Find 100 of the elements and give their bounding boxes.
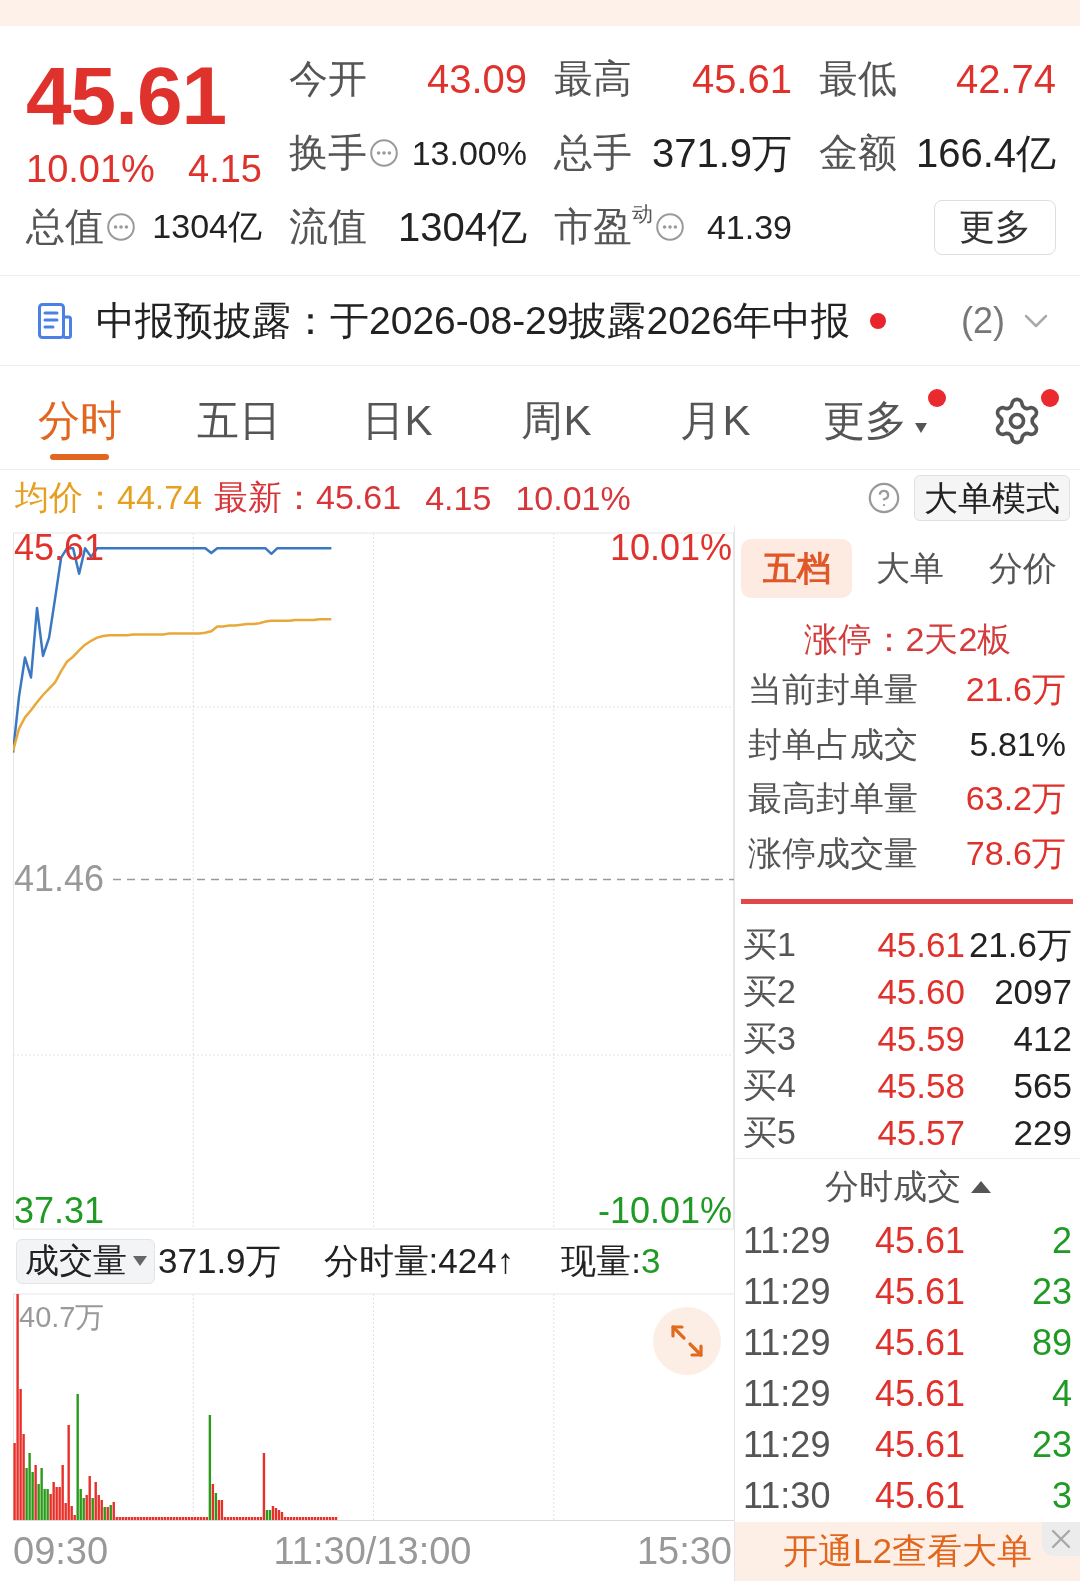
order-book-tab[interactable]: 大单: [854, 539, 965, 598]
current-volume-label: 现量:: [561, 1239, 641, 1282]
chart-tab[interactable]: 日K: [318, 366, 477, 469]
latest-price-text: 最新：45.61: [214, 477, 402, 518]
volume-max-label: 40.7万: [19, 1301, 105, 1334]
trade-volume: 89: [1030, 1322, 1072, 1364]
seal-stat-label: 当前封单量: [748, 669, 918, 711]
expand-icon: [670, 1324, 704, 1358]
volume-total: 371.9万: [158, 1239, 281, 1282]
trade-price: 45.61: [873, 1271, 965, 1313]
trade-price: 45.61: [873, 1373, 965, 1415]
stat-value: 166.4亿: [915, 129, 1056, 177]
stat-value: 42.74: [955, 56, 1056, 102]
trade-volume: 23: [1030, 1424, 1072, 1466]
stat-value: 13.00%: [411, 133, 527, 173]
bid-volume: 565: [1012, 1066, 1072, 1106]
promo-text: 开通L2查看大单: [783, 1529, 1032, 1572]
stat-label: 市盈$^{动}$: [554, 202, 653, 250]
seal-stat-value: 78.6万: [965, 832, 1066, 874]
bid-price: 45.61: [876, 925, 965, 965]
volume-selector[interactable]: 成交量: [16, 1238, 155, 1284]
seal-stat-value: 21.6万: [965, 669, 1066, 711]
chart-tab[interactable]: 五日: [159, 366, 318, 469]
trade-time: 11:29: [743, 1424, 832, 1466]
trade-volume: 4: [1050, 1373, 1072, 1415]
axis-label: 37.31: [14, 1190, 105, 1231]
average-price-text: 均价：44.74: [15, 477, 203, 518]
trade-price: 45.61: [873, 1322, 965, 1364]
limit-up-text: 涨停：2天2板: [803, 619, 1012, 660]
help-icon[interactable]: [867, 481, 901, 515]
bid-label: 买4: [743, 1065, 797, 1106]
caret-up-icon[interactable]: [970, 1181, 991, 1193]
notice-count: (2): [961, 299, 1005, 342]
stat-value: 41.39: [706, 207, 792, 247]
current-volume-value: 3: [640, 1241, 661, 1281]
stat-label: 金额: [819, 130, 897, 176]
ellipsis-circle-icon[interactable]: [107, 213, 135, 241]
chevron-down-icon[interactable]: [1024, 313, 1048, 328]
mode-button[interactable]: 大单模式: [914, 475, 1070, 521]
change-percent-text: 10.01%: [515, 478, 631, 518]
trades-title[interactable]: 分时成交: [824, 1164, 961, 1210]
time-label: 11:30/13:00: [273, 1529, 472, 1573]
time-label: 15:30: [636, 1529, 732, 1573]
seal-stat-label: 最高封单量: [748, 778, 918, 820]
bid-price: 45.59: [876, 1019, 965, 1059]
order-book-tab[interactable]: 分价: [967, 539, 1078, 598]
ellipsis-circle-icon[interactable]: [370, 139, 398, 167]
trade-time: 11:29: [743, 1271, 832, 1313]
bid-volume: 2097: [993, 972, 1072, 1012]
seal-stat-label: 涨停成交量: [748, 832, 918, 874]
seal-stat-value: 5.81%: [969, 725, 1066, 765]
seal-stat-label: 封单占成交: [748, 723, 918, 765]
stat-label: 最低: [819, 56, 897, 102]
trade-volume: 2: [1050, 1220, 1072, 1262]
stat-value: 1304亿: [398, 203, 527, 251]
caret-down-icon: [133, 1256, 147, 1266]
bid-volume: 21.6万: [967, 923, 1072, 966]
trade-volume: 23: [1030, 1271, 1072, 1313]
bid-price: 45.58: [876, 1066, 965, 1106]
chart-tab[interactable]: 月K: [636, 366, 795, 469]
change-text: 4.15: [425, 478, 492, 518]
axis-label: 41.46: [14, 859, 105, 900]
trade-time: 11:29: [743, 1322, 832, 1364]
close-button[interactable]: [1042, 1521, 1080, 1556]
axis-label: 45.61: [14, 528, 105, 569]
stat-label: 换手: [289, 130, 367, 176]
stat-value: 43.09: [426, 56, 527, 102]
last-price: 45.61: [26, 54, 227, 138]
percent-label: 10.01%: [609, 528, 732, 569]
stat-label: 今开: [289, 56, 367, 102]
chart-tab[interactable]: 更多: [795, 366, 954, 469]
close-icon: [1051, 1528, 1071, 1549]
more-button[interactable]: 更多: [934, 199, 1056, 255]
trade-price: 45.61: [873, 1424, 965, 1466]
document-icon: [38, 302, 72, 339]
trade-price: 45.61: [873, 1475, 965, 1517]
change-percent: 10.01%: [26, 148, 155, 190]
trade-time: 11:30: [743, 1475, 832, 1517]
ellipsis-circle-icon[interactable]: [656, 213, 684, 241]
trade-time: 11:29: [743, 1373, 832, 1415]
stat-label: 总手: [554, 130, 632, 176]
notice-text: 中报预披露：于2026-08-29披露2026年中报: [96, 297, 851, 344]
change-amount: 4.15: [188, 148, 262, 190]
bid-label: 买2: [743, 971, 797, 1012]
minute-volume: 分时量:424↑: [323, 1239, 515, 1282]
percent-label: -10.01%: [597, 1190, 732, 1231]
stat-value: 1304亿: [152, 206, 262, 247]
chart-tab[interactable]: 周K: [477, 366, 636, 469]
bid-price: 45.60: [876, 972, 965, 1012]
bid-price: 45.57: [876, 1113, 965, 1153]
stat-label: 最高: [554, 56, 632, 102]
time-label: 09:30: [13, 1529, 109, 1573]
trade-time: 11:29: [743, 1220, 832, 1262]
bid-volume: 229: [1012, 1113, 1072, 1153]
trade-volume: 3: [1050, 1475, 1072, 1517]
bid-label: 买1: [743, 924, 797, 965]
stat-value: 371.9万: [651, 129, 792, 177]
stat-label: 总值: [26, 204, 104, 250]
bid-volume: 412: [1012, 1019, 1072, 1059]
stat-value: 45.61: [691, 56, 792, 102]
